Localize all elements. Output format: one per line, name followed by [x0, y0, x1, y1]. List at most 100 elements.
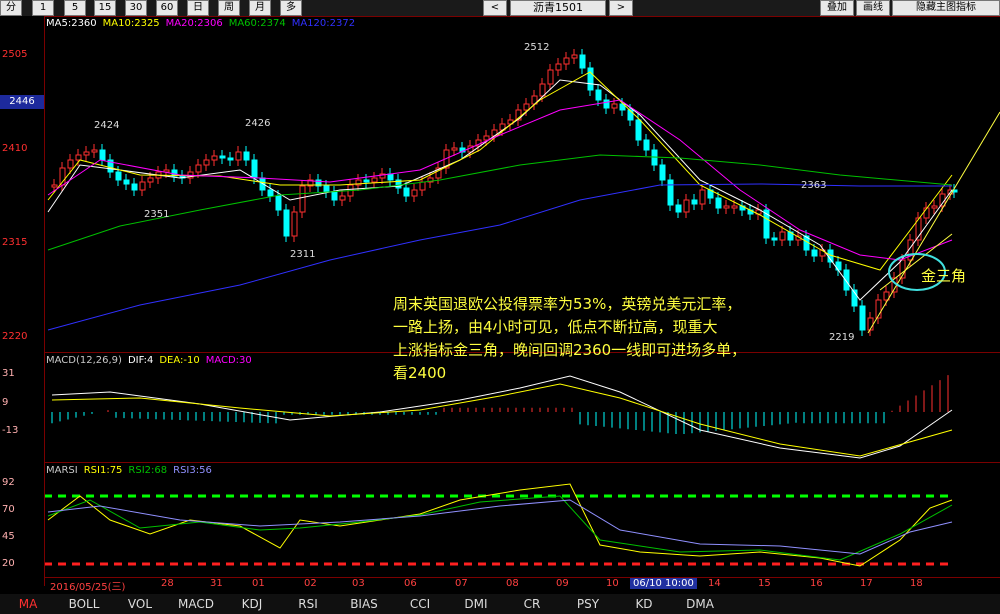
date-label: 06 — [404, 578, 417, 589]
candle-body — [115, 171, 122, 181]
candle-body — [331, 191, 338, 201]
annotation-trough-1: 2351 — [144, 209, 170, 220]
candle-body — [131, 183, 138, 191]
candle-body — [275, 195, 282, 211]
candle-body — [571, 54, 578, 59]
rsi-panel-top-border — [44, 462, 1000, 463]
candle-body — [667, 179, 674, 206]
indicator-tab-bar: MA BOLL VOL MACD KDJ RSI BIAS CCI DMI CR… — [0, 594, 1000, 614]
candle-body — [483, 135, 490, 141]
date-label: 03 — [352, 578, 365, 589]
comment-line-4: 看2400 — [393, 364, 447, 382]
analysis-comment: 周末英国退欧公投得票率为53%，英镑兑美元汇率， 一路上扬，由4小时可见，低点不… — [393, 293, 813, 385]
candle-body — [403, 187, 410, 197]
date-label: 16 — [810, 578, 823, 589]
tab-boll[interactable]: BOLL — [56, 594, 112, 614]
date-label: 17 — [860, 578, 873, 589]
candle-body — [283, 209, 290, 237]
tab-cr[interactable]: CR — [504, 594, 560, 614]
comment-line-3: 上涨指标金三角，晚间回调2360一线即可进场多单， — [393, 341, 747, 359]
tab-macd[interactable]: MACD — [168, 594, 224, 614]
rsi2-legend: RSI2:68 — [128, 465, 168, 476]
rsi-legend: MARSI RSI1:75 RSI2:68 RSI3:56 — [46, 465, 218, 476]
ma20-legend: MA20:2306 — [165, 18, 223, 29]
tab-ma[interactable]: MA — [0, 594, 56, 614]
candle-body — [595, 89, 602, 101]
candle-body — [67, 159, 74, 169]
date-label: 28 — [161, 578, 174, 589]
candle-body — [555, 63, 562, 71]
y-axis-divider — [44, 16, 45, 586]
macd-y-label-9: 9 — [2, 397, 9, 408]
candle-body — [699, 189, 706, 205]
tab-vol[interactable]: VOL — [112, 594, 168, 614]
macd-value-legend: MACD:30 — [205, 355, 252, 366]
date-label: 18 — [910, 578, 923, 589]
candle-body — [267, 189, 274, 197]
tab-kd[interactable]: KD — [616, 594, 672, 614]
macd-y-label-neg13: -13 — [2, 425, 19, 436]
candle-body — [323, 185, 330, 193]
candle-body — [611, 103, 618, 109]
date-label: 15 — [758, 578, 771, 589]
candle-body — [635, 119, 642, 141]
rsi3-legend: RSI3:56 — [173, 465, 212, 476]
candle-body — [371, 177, 378, 183]
rsi-y-label-45: 45 — [2, 531, 15, 542]
date-label: 07 — [455, 578, 468, 589]
macd-legend: MACD(12,26,9) DIF:4 DEA:-10 MACD:30 — [46, 355, 258, 366]
comment-line-2: 一路上扬，由4小时可见，低点不断拉高，现重大 — [393, 318, 718, 336]
golden-triangle-label: 金三角 — [921, 267, 967, 285]
annotation-peak-3: 2363 — [801, 180, 827, 191]
candle-body — [683, 199, 690, 213]
tab-dma[interactable]: DMA — [672, 594, 728, 614]
candle-body — [195, 164, 202, 173]
rsi3-line — [47, 499, 953, 555]
tab-kdj[interactable]: KDJ — [224, 594, 280, 614]
candle-body — [411, 189, 418, 197]
date-label: 2016/05/25(三) — [50, 582, 126, 593]
tab-dmi[interactable]: DMI — [448, 594, 504, 614]
candle-body — [139, 181, 146, 191]
date-label: 31 — [210, 578, 223, 589]
dea-line — [51, 383, 953, 457]
tab-psy[interactable]: PSY — [560, 594, 616, 614]
date-label: 14 — [708, 578, 721, 589]
candle-body — [75, 154, 82, 161]
date-label: 08 — [506, 578, 519, 589]
ma-legend: MA5:2360 MA10:2325 MA20:2306 MA60:2374 MA120… — [46, 18, 361, 29]
date-label: 02 — [304, 578, 317, 589]
trend-line — [867, 111, 1000, 334]
y-label-2410: 2410 — [2, 143, 28, 154]
candle-body — [659, 164, 666, 181]
dea-legend: DEA:-10 — [159, 355, 200, 366]
candle-body — [603, 99, 610, 109]
candle-body — [579, 54, 586, 69]
candle-body — [251, 159, 258, 179]
tab-cci[interactable]: CCI — [392, 594, 448, 614]
comment-line-1: 周末英国退欧公投得票率为53%，英镑兑美元汇率， — [393, 295, 742, 313]
annotation-trough-2: 2311 — [290, 249, 316, 260]
tab-bias[interactable]: BIAS — [336, 594, 392, 614]
date-label: 10 — [606, 578, 619, 589]
ma60-line — [47, 154, 953, 251]
candle-body — [227, 157, 234, 161]
candle-body — [843, 269, 850, 291]
candle-body — [859, 305, 866, 331]
candle-body — [563, 57, 570, 65]
candle-body — [219, 155, 226, 159]
candle-body — [691, 199, 698, 205]
current-price-marker: 2446 — [0, 95, 44, 109]
annotation-high: 2512 — [524, 42, 550, 53]
ma120-legend: MA120:2372 — [291, 18, 356, 29]
tab-rsi[interactable]: RSI — [280, 594, 336, 614]
rsi-y-label-20: 20 — [2, 558, 15, 569]
dif-line — [51, 375, 953, 459]
candle-body — [923, 207, 930, 219]
candle-body — [771, 237, 778, 241]
candle-body — [523, 103, 530, 111]
candle-body — [451, 147, 458, 151]
annotation-low: 2219 — [829, 332, 855, 343]
candle-body — [811, 249, 818, 257]
candle-body — [539, 83, 546, 97]
